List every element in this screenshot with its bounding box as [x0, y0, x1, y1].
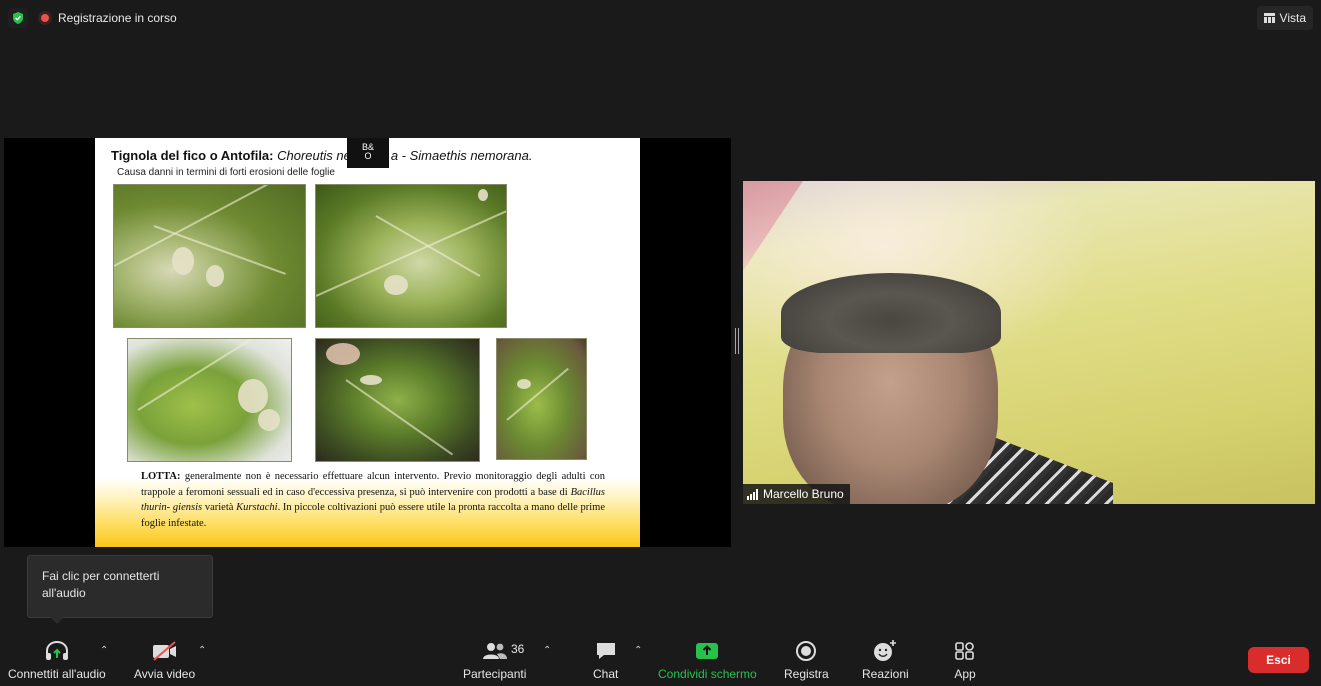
video-options-chevron-icon[interactable]: ⌃	[198, 645, 206, 656]
shared-screen: Tignola del fico o Antofila: Choreutis n…	[4, 138, 731, 547]
chat-bubble-icon	[594, 638, 618, 664]
record-button[interactable]: Registra	[784, 638, 829, 681]
grid-icon	[1263, 13, 1275, 23]
leave-button[interactable]: Esci	[1248, 647, 1309, 673]
meeting-window: Registrazione in corso Vista Tignola del…	[0, 0, 1321, 686]
share-screen-icon	[694, 638, 720, 664]
participants-label: Partecipanti	[463, 667, 527, 681]
recording-label: Registrazione in corso	[58, 11, 177, 25]
slide-subtitle: Causa danni in termini di forti erosioni…	[117, 167, 335, 178]
leaf-photo-1	[113, 184, 306, 328]
view-button[interactable]: Vista	[1256, 6, 1313, 30]
chat-button[interactable]: Chat	[593, 638, 618, 681]
share-screen-label: Condividi schermo	[658, 667, 757, 681]
record-icon	[794, 638, 818, 664]
share-screen-button[interactable]: Condividi schermo	[658, 638, 757, 681]
apps-button[interactable]: App	[953, 638, 977, 681]
view-label: Vista	[1279, 11, 1306, 25]
reactions-label: Reazioni	[862, 667, 909, 681]
apps-icon	[953, 638, 977, 664]
leaf-photo-2	[315, 184, 507, 328]
apps-label: App	[954, 667, 976, 681]
slide-body-text: LOTTA: generalmente non è necessario eff…	[141, 471, 606, 529]
start-video-label: Avvia video	[134, 667, 196, 681]
leaf-photo-5	[496, 338, 587, 460]
chat-options-chevron-icon[interactable]: ⌃	[634, 645, 642, 656]
connect-audio-button[interactable]: Connettiti all'audio	[8, 638, 106, 681]
signal-bars-icon	[747, 488, 758, 500]
watermark-logo: B& O	[347, 138, 389, 168]
smiley-plus-icon	[872, 638, 898, 664]
audio-tooltip: Fai clic per connetterti all'audio	[27, 555, 213, 618]
leaf-photo-3	[127, 338, 292, 462]
start-video-button[interactable]: Avvia video	[134, 638, 195, 681]
video-off-icon	[151, 638, 179, 664]
reactions-button[interactable]: Reazioni	[862, 638, 909, 681]
recording-icon	[38, 11, 52, 25]
record-label: Registra	[784, 667, 829, 681]
recording-indicator[interactable]: Registrazione in corso	[38, 8, 177, 28]
security-shield-icon[interactable]	[8, 8, 28, 28]
participant-name: Marcello Bruno	[763, 487, 844, 501]
chat-label: Chat	[593, 667, 619, 681]
tooltip-arrow	[50, 617, 64, 624]
slide-title: Tignola del fico o Antofila: Choreutis n…	[111, 148, 533, 163]
participant-name-tag: Marcello Bruno	[743, 484, 850, 504]
presentation-slide: Tignola del fico o Antofila: Choreutis n…	[95, 138, 640, 547]
connect-audio-label: Connettiti all'audio	[8, 667, 106, 681]
leaf-photo-4	[315, 338, 480, 462]
participants-options-chevron-icon[interactable]: ⌃	[543, 645, 551, 656]
participants-count: 36	[511, 642, 525, 656]
audio-options-chevron-icon[interactable]: ⌃	[100, 645, 108, 656]
people-icon	[482, 638, 508, 664]
headphones-icon	[44, 638, 70, 664]
participant-video[interactable]: Marcello Bruno	[743, 181, 1315, 504]
resize-handle[interactable]	[735, 328, 739, 354]
